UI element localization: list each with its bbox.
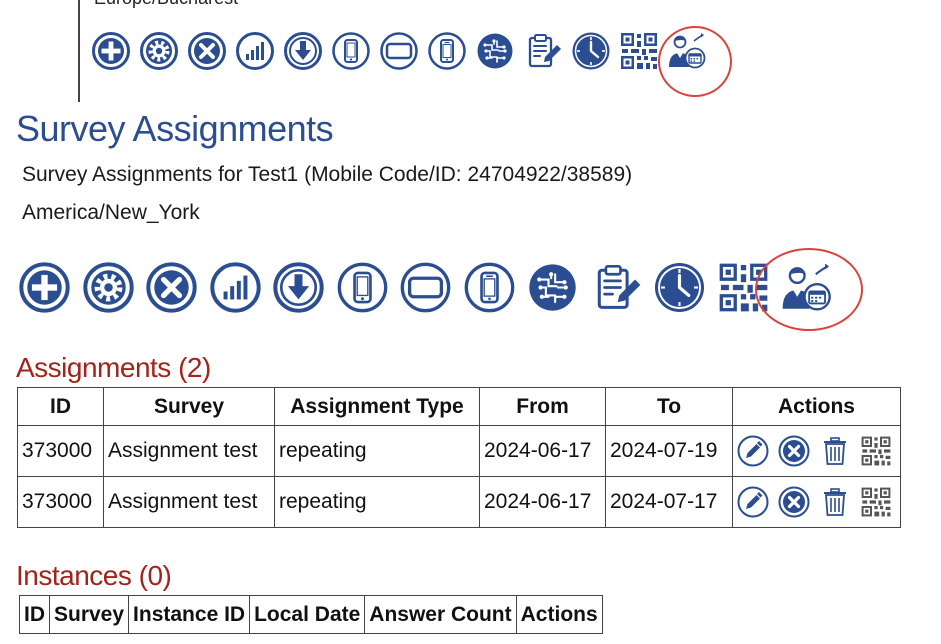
timezone-label: America/New_York — [22, 201, 200, 224]
col-local-date: Local Date — [249, 595, 366, 634]
col-id: ID — [17, 387, 104, 426]
bar-chart-circle-icon[interactable] — [235, 31, 275, 71]
delete-x-icon[interactable] — [778, 486, 810, 518]
col-answer-count: Answer Count — [364, 595, 517, 634]
qr-code-icon[interactable] — [860, 486, 892, 518]
cell-survey: Assignment test — [103, 425, 275, 477]
cell-actions — [732, 425, 901, 477]
col-actions: Actions — [515, 595, 603, 634]
plus-circle-icon[interactable] — [91, 31, 131, 71]
table-row: 373000 Assignment test repeating 2024-06… — [17, 476, 901, 528]
cell-survey: Assignment test — [103, 476, 275, 528]
download-circle-icon[interactable] — [272, 261, 325, 314]
delete-x-icon[interactable] — [778, 435, 810, 467]
download-circle-icon[interactable] — [283, 31, 323, 71]
circuit-brain-icon[interactable] — [526, 261, 579, 314]
vertical-divider — [78, 0, 80, 102]
x-circle-icon[interactable] — [187, 31, 227, 71]
page-subtitle: Survey Assignments for Test1 (Mobile Cod… — [22, 163, 633, 186]
edit-icon[interactable] — [737, 486, 769, 518]
x-circle-icon[interactable] — [145, 261, 198, 314]
cell-type: repeating — [274, 476, 480, 528]
col-survey: Survey — [103, 387, 275, 426]
col-actions: Actions — [732, 387, 901, 426]
cell-actions — [732, 476, 901, 528]
cell-type: repeating — [274, 425, 480, 477]
col-id: ID — [19, 595, 50, 634]
phone-outline-icon[interactable] — [463, 261, 516, 314]
cell-id: 373000 — [17, 476, 104, 528]
clock-icon[interactable] — [653, 261, 706, 314]
edit-icon[interactable] — [737, 435, 769, 467]
cell-from: 2024-06-17 — [479, 425, 606, 477]
instances-table: ID Survey Instance ID Local Date Answer … — [19, 595, 603, 634]
cell-to: 2024-07-17 — [605, 476, 733, 528]
col-from: From — [479, 387, 606, 426]
table-row: 373000 Assignment test repeating 2024-06… — [17, 425, 901, 477]
bar-chart-circle-icon[interactable] — [209, 261, 262, 314]
instances-title: Instances (0) — [16, 560, 172, 591]
user-calendar-icon[interactable] — [667, 31, 707, 71]
table-header-row: ID Survey Assignment Type From To Action… — [17, 387, 901, 426]
gear-circle-icon[interactable] — [139, 31, 179, 71]
col-to: To — [605, 387, 733, 426]
col-instance-id: Instance ID — [128, 595, 251, 634]
phone-outline-icon[interactable] — [427, 31, 467, 71]
trash-icon[interactable] — [819, 435, 851, 467]
clipboard-edit-icon[interactable] — [590, 261, 643, 314]
col-survey: Survey — [48, 595, 130, 634]
qr-code-icon[interactable] — [717, 261, 770, 314]
cell-from: 2024-06-17 — [479, 476, 606, 528]
cell-to: 2024-07-19 — [605, 425, 733, 477]
phone-portrait-icon[interactable] — [331, 31, 371, 71]
assignments-table: ID Survey Assignment Type From To Action… — [17, 387, 901, 528]
col-assignment-type: Assignment Type — [274, 387, 480, 426]
toolbar-top — [91, 31, 715, 71]
plus-circle-icon[interactable] — [18, 261, 71, 314]
top-timezone-cut: Europe/Bucharest — [94, 0, 238, 9]
cell-id: 373000 — [17, 425, 104, 477]
gear-circle-icon[interactable] — [82, 261, 135, 314]
assignments-title: Assignments (2) — [16, 352, 211, 383]
user-calendar-icon[interactable] — [780, 261, 833, 314]
toolbar-main — [18, 261, 844, 314]
qr-code-icon[interactable] — [860, 435, 892, 467]
clock-icon[interactable] — [571, 31, 611, 71]
phone-landscape-icon[interactable] — [399, 261, 452, 314]
page-title: Survey Assignments — [16, 108, 334, 149]
qr-code-icon[interactable] — [619, 31, 659, 71]
table-header-row: ID Survey Instance ID Local Date Answer … — [19, 595, 603, 634]
clipboard-edit-icon[interactable] — [523, 31, 563, 71]
phone-landscape-icon[interactable] — [379, 31, 419, 71]
circuit-brain-icon[interactable] — [475, 31, 515, 71]
phone-portrait-icon[interactable] — [336, 261, 389, 314]
trash-icon[interactable] — [819, 486, 851, 518]
